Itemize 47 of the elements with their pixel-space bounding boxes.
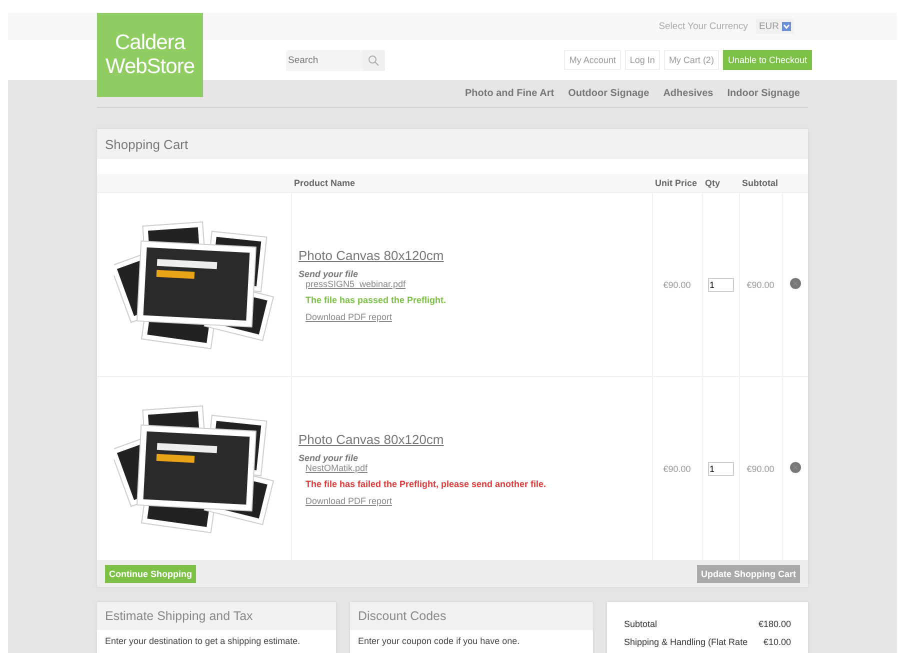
unit-price: €90.00 (663, 280, 691, 290)
quantity-field[interactable]: 1 (708, 278, 734, 292)
checkout-button[interactable]: Unable to Checkout (722, 50, 812, 70)
panel-title: Discount Codes (350, 602, 593, 630)
preflight-message: The file has passed the Preflight. (306, 294, 448, 304)
remove-icon[interactable] (790, 278, 801, 289)
preflight-message: The file has failed the Preflight, please send another file. (306, 478, 548, 488)
nav-link[interactable]: Photo and Fine Art (465, 88, 554, 99)
currency-label: Select Your Currency (658, 21, 748, 32)
column-header: Subtotal (739, 174, 782, 192)
subtotal-value: €90.00 (746, 464, 774, 474)
file-link[interactable]: NestOMatik.pdf (306, 462, 368, 472)
send-file-label: Send your file (298, 268, 358, 278)
panel-description: Enter your coupon code if you have one. (357, 635, 521, 646)
search-field[interactable]: Search (286, 50, 362, 70)
remove-icon[interactable] (790, 462, 801, 473)
subtotal-value: €90.00 (746, 280, 774, 290)
search-icon (368, 54, 379, 66)
panel-title: Shopping Cart (97, 129, 808, 159)
currency-dropdown[interactable]: EUR (756, 19, 794, 34)
column-header: Product Name (291, 174, 652, 192)
nav-link[interactable]: Adhesives (663, 88, 714, 99)
account-link[interactable]: My Cart (2) (664, 50, 719, 70)
dropdown-arrow-icon (782, 22, 791, 31)
total-value: €10.00 (763, 637, 791, 647)
total-label: Shipping & Handling (Flat Rate (624, 637, 748, 647)
file-link[interactable]: pressSIGN5_webinar.pdf (306, 278, 406, 288)
unit-price: €90.00 (663, 464, 691, 474)
quantity-field[interactable]: 1 (708, 462, 734, 476)
product-name-link[interactable]: Photo Canvas 80x120cm (298, 248, 444, 262)
report-link[interactable]: Download PDF report (306, 312, 392, 322)
report-link[interactable]: Download PDF report (306, 496, 392, 506)
send-file-label: Send your file (298, 452, 358, 462)
column-header: Qty (702, 174, 739, 192)
nav-link[interactable]: Outdoor Signage (568, 88, 650, 99)
store-logo[interactable]: Caldera WebStore (97, 13, 203, 97)
product-name-link[interactable]: Photo Canvas 80x120cm (298, 432, 444, 446)
nav-link[interactable]: Indoor Signage (727, 88, 800, 99)
account-link[interactable]: Log In (624, 50, 660, 70)
total-label: Subtotal (624, 619, 658, 629)
panel-title: Estimate Shipping and Tax (97, 602, 336, 630)
total-value: €180.00 (758, 619, 791, 629)
continue-shopping-button[interactable]: Continue Shopping (105, 564, 196, 582)
panel-description: Enter your destination to get a shipping estimate. (104, 635, 302, 646)
account-link[interactable]: My Account (564, 50, 621, 70)
column-header: Unit Price (652, 174, 702, 192)
search-button[interactable] (362, 50, 385, 70)
